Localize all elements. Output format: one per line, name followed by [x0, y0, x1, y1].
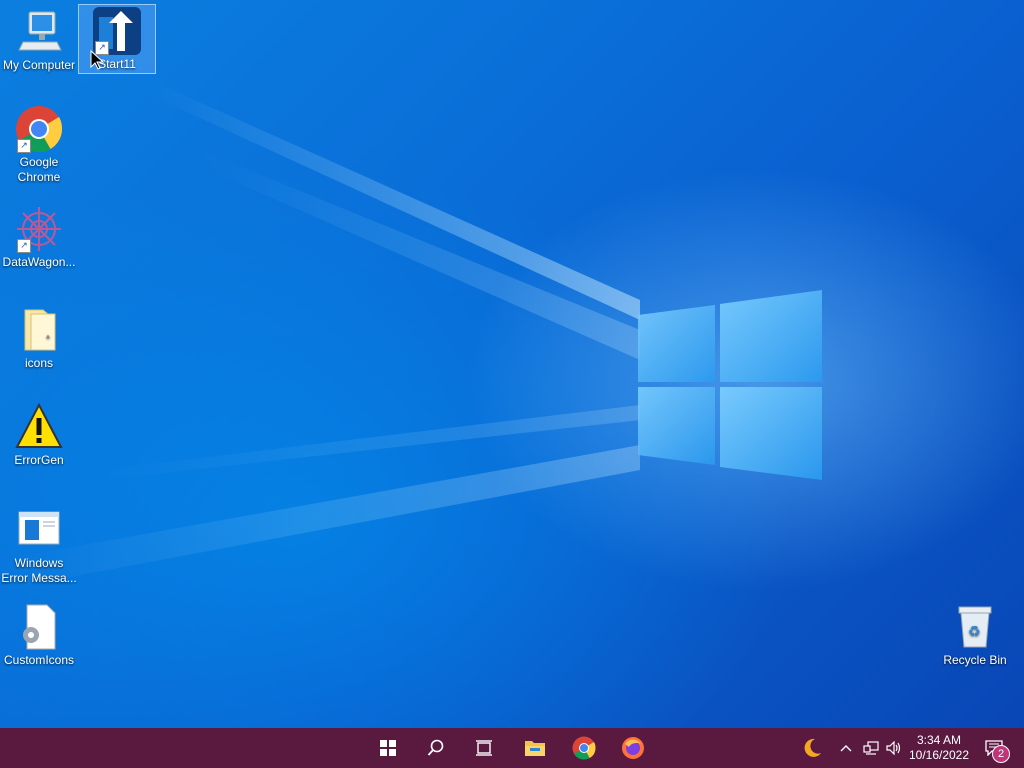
- chrome-icon: ↗: [15, 105, 63, 153]
- mouse-cursor-icon: [90, 50, 104, 70]
- wallpaper-beams: [0, 80, 640, 590]
- task-view-icon: [476, 740, 492, 756]
- desktop-icon-datawagon[interactable]: ↗ DataWagon...: [1, 205, 77, 270]
- desktop-icon-label: Windows Error Messa...: [1, 556, 77, 585]
- desktop-icon-label: Recycle Bin: [943, 653, 1007, 667]
- shortcut-arrow-icon: ↗: [17, 239, 31, 253]
- firefox-taskbar-button[interactable]: [609, 728, 657, 768]
- desktop-icon-recycle-bin[interactable]: ♻ Recycle Bin: [937, 603, 1013, 668]
- desktop[interactable]: My Computer ↗ Start11 ↗ Google Chrome ↗ …: [0, 0, 1024, 728]
- datawagon-icon: ↗: [15, 205, 63, 253]
- chrome-icon: [572, 736, 596, 760]
- network-button[interactable]: [859, 728, 883, 768]
- desktop-icon-icons-folder[interactable]: ▲ icons: [1, 306, 77, 371]
- folder-icon: ▲: [15, 306, 63, 354]
- volume-button[interactable]: [882, 728, 906, 768]
- firefox-icon: [622, 737, 644, 759]
- desktop-icon-google-chrome[interactable]: ↗ Google Chrome: [1, 105, 77, 185]
- search-icon: [427, 739, 444, 756]
- search-button[interactable]: [412, 728, 460, 768]
- desktop-icon-label: My Computer: [2, 58, 76, 72]
- settings-file-icon: [15, 603, 63, 651]
- desktop-icon-label: icons: [24, 356, 53, 370]
- warning-icon: [15, 402, 63, 451]
- desktop-icon-label: CustomIcons: [3, 653, 75, 667]
- svg-text:▲: ▲: [45, 334, 51, 340]
- desktop-icon-customicons[interactable]: CustomIcons: [1, 603, 77, 668]
- desktop-icon-label: DataWagon...: [2, 255, 76, 269]
- desktop-icon-errorgen[interactable]: ErrorGen: [1, 402, 77, 468]
- moon-icon: [804, 738, 821, 757]
- shortcut-arrow-icon: ↗: [17, 139, 31, 153]
- chrome-taskbar-button[interactable]: [560, 728, 608, 768]
- window-app-icon: [15, 506, 63, 554]
- start-button[interactable]: [364, 728, 412, 768]
- taskbar: 3:34 AM 10/16/2022 2: [0, 728, 1024, 768]
- desktop-icon-windows-error-message[interactable]: Windows Error Messa...: [1, 506, 77, 586]
- show-hidden-icons-button[interactable]: [834, 728, 858, 768]
- night-light-button[interactable]: [788, 728, 836, 768]
- windows-wallpaper-logo: [638, 290, 822, 480]
- chevron-up-icon: [840, 745, 852, 752]
- action-center-button[interactable]: 2: [972, 728, 1016, 768]
- task-view-button[interactable]: [460, 728, 508, 768]
- desktop-icon-label: ErrorGen: [14, 453, 64, 467]
- file-explorer-button[interactable]: [511, 728, 559, 768]
- recycle-bin-icon: ♻: [951, 603, 999, 651]
- svg-text:♻: ♻: [968, 623, 981, 639]
- notification-count-badge: 2: [992, 745, 1010, 763]
- desktop-icon-label: Google Chrome: [17, 155, 61, 184]
- speaker-icon: [886, 741, 901, 755]
- clock-date: 10/16/2022: [908, 748, 970, 762]
- start11-icon: ↗: [93, 7, 141, 55]
- desktop-icon-my-computer[interactable]: My Computer: [1, 8, 77, 73]
- computer-icon: [15, 8, 63, 56]
- clock[interactable]: 3:34 AM 10/16/2022: [906, 728, 972, 768]
- network-icon: [863, 741, 879, 755]
- clock-time: 3:34 AM: [916, 733, 962, 747]
- windows-logo-icon: [380, 740, 396, 756]
- folder-icon: [525, 741, 545, 756]
